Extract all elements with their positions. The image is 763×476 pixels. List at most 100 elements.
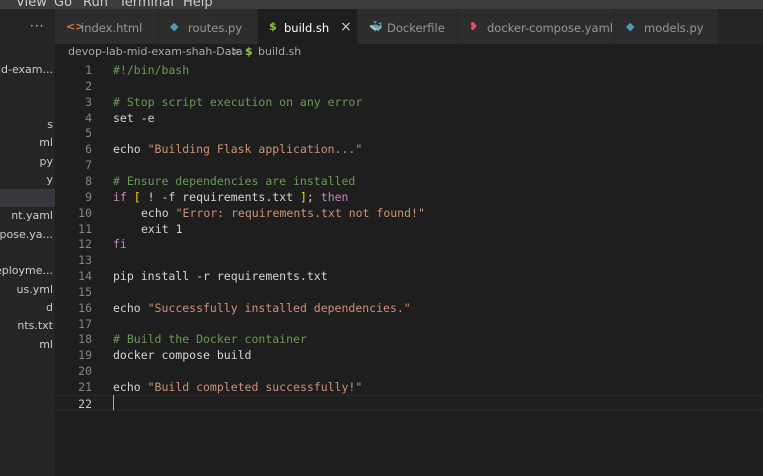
explorer-file-row[interactable]: nts.txt — [0, 317, 55, 335]
tab-docker-compose[interactable]: ❥ docker-compose.yaml — [458, 9, 615, 44]
code-line[interactable]: 16 echo "Successfully installed dependenc… — [55, 300, 763, 316]
explorer-file-label: eployme... — [0, 264, 53, 278]
explorer-file-row[interactable]: nt.yaml — [0, 207, 55, 225]
code-token: then — [320, 189, 349, 204]
code-text: fi — [113, 236, 127, 252]
explorer-file-row[interactable]: mpose.ya... — [0, 226, 55, 244]
explorer-file-label: d — [46, 300, 53, 314]
code-line[interactable]: 5 — [55, 125, 763, 141]
tab-routes-py[interactable]: ◆ routes.py — [159, 9, 258, 44]
explorer-file-row[interactable] — [0, 244, 55, 262]
code-line[interactable]: 2 — [55, 78, 763, 94]
code-text: echo "Build completed successfully!" — [113, 379, 362, 395]
breadcrumb-file[interactable]: build.sh — [258, 45, 301, 58]
tab-label: docker-compose.yaml — [487, 21, 613, 35]
code-line[interactable]: 10 echo "Error: requirements.txt not foun… — [55, 205, 763, 221]
menu-item-help[interactable]: Help — [183, 0, 213, 9]
code-line[interactable]: 22 — [55, 394, 763, 411]
explorer-file-list: s ml py y nt.yaml mpose.ya... eployme... us.yml… — [0, 116, 55, 354]
docker-file-icon: 🐳 — [369, 20, 383, 33]
code-line[interactable]: 4 set -e — [55, 110, 763, 126]
code-line[interactable]: 6 echo "Building Flask application..." — [55, 141, 763, 157]
menu-item-go[interactable]: Go — [54, 0, 72, 9]
code-line[interactable]: 8 # Ensure dependencies are installed — [55, 173, 763, 189]
explorer-file-row[interactable]: ml — [0, 336, 55, 354]
explorer-file-label: us.yml — [16, 282, 53, 296]
line-number: 21 — [78, 380, 92, 394]
code-editor[interactable]: 1 #!/bin/bash 2 3 # Stop script execution on… — [55, 60, 763, 476]
shell-file-icon: $ — [269, 20, 277, 33]
menu-bar: l View Go Run Terminal Help — [0, 0, 763, 9]
tab-index-html[interactable]: <> index.html — [55, 9, 159, 44]
tab-label: Dockerfile — [387, 21, 445, 35]
breadcrumb-folder[interactable]: devop-lab-mid-exam-shah-Data — [68, 45, 243, 58]
code-line[interactable]: 20 — [55, 363, 763, 379]
chevron-right-icon: > — [231, 45, 241, 58]
code-line[interactable]: 17 — [55, 316, 763, 332]
code-line[interactable]: 13 — [55, 252, 763, 268]
code-line[interactable]: 19 docker compose build — [55, 347, 763, 363]
code-line[interactable]: 11 exit 1 — [55, 221, 763, 237]
menu-item-view[interactable]: View — [16, 0, 47, 9]
explorer-file-row[interactable]: s — [0, 116, 55, 134]
code-token: #!/bin/bash — [113, 63, 190, 77]
code-token: pip install -r requirements.txt — [113, 269, 328, 284]
line-number: 9 — [85, 189, 92, 204]
explorer-file-label: mpose.ya... — [0, 227, 53, 241]
explorer-file-row[interactable]: us.yml — [0, 281, 55, 299]
folder-label: mid-exam... — [0, 63, 53, 76]
editor-tab-bar: <> index.html ◆ routes.py $ build.sh × 🐳 Dockerf… — [55, 9, 763, 44]
explorer-file-label: y — [46, 172, 53, 186]
code-line[interactable]: 3 # Stop script execution on any error — [55, 94, 763, 110]
code-line[interactable]: 9 if [ ! -f requirements.txt ]; then — [55, 189, 763, 205]
line-number: 20 — [78, 364, 92, 379]
code-token: # Ensure dependencies are installed — [113, 173, 356, 188]
line-number: 5 — [85, 126, 92, 141]
tab-dockerfile[interactable]: 🐳 Dockerfile — [358, 9, 458, 44]
code-token: docker compose build — [113, 348, 252, 363]
code-line[interactable]: 18 # Build the Docker container — [55, 331, 763, 347]
explorer-sidebar: ··· mid-exam... s ml py y nt.yaml mpose.ya...… — [0, 9, 55, 476]
docker-compose-file-icon: ❥ — [469, 20, 479, 33]
explorer-file-row[interactable]: d — [0, 299, 55, 317]
code-text: # Build the Docker container — [113, 331, 307, 347]
code-line[interactable]: 21 echo "Build completed successfully!" — [55, 379, 763, 395]
code-token: echo — [113, 380, 148, 394]
code-line[interactable]: 7 — [55, 157, 763, 173]
code-text: echo "Successfully installed dependencie… — [113, 300, 411, 316]
line-number: 17 — [78, 316, 92, 331]
explorer-file-row[interactable]: ml — [0, 134, 55, 152]
code-line[interactable]: 15 — [55, 284, 763, 300]
explorer-file-label: ml — [39, 337, 53, 351]
tab-build-sh[interactable]: $ build.sh × — [258, 9, 358, 44]
code-token: echo — [113, 142, 148, 157]
breadcrumb: devop-lab-mid-exam-shah-Data > $ build.s… — [55, 44, 763, 60]
code-line[interactable]: 14 pip install -r requirements.txt — [55, 268, 763, 284]
code-token: # Stop script execution on any error — [113, 94, 363, 109]
code-line[interactable]: 12 fi — [55, 236, 763, 252]
shell-file-icon: $ — [245, 45, 253, 58]
text-cursor — [113, 395, 114, 410]
menu-item-run[interactable]: Run — [83, 0, 108, 9]
code-token: echo — [141, 205, 176, 220]
explorer-file-label: nts.txt — [17, 319, 53, 333]
explorer-file-row[interactable]: eployme... — [0, 262, 55, 280]
code-text: #!/bin/bash — [113, 62, 189, 78]
line-number: 1 — [85, 63, 92, 77]
tab-label: index.html — [81, 21, 143, 35]
explorer-file-row[interactable]: py — [0, 153, 55, 171]
code-text: echo "Building Flask application..." — [113, 141, 362, 157]
line-number: 10 — [78, 205, 92, 220]
code-line[interactable]: 1 #!/bin/bash — [55, 62, 763, 78]
more-actions-icon[interactable]: ··· — [30, 19, 44, 33]
explorer-folder-header[interactable]: mid-exam... — [0, 61, 55, 79]
line-number: 7 — [85, 158, 92, 173]
explorer-file-row[interactable] — [0, 189, 55, 208]
tab-models-py[interactable]: ◆ models.py — [615, 9, 718, 44]
close-icon[interactable]: × — [340, 19, 352, 35]
menu-item-selection[interactable]: l — [0, 0, 1, 9]
menu-item-terminal[interactable]: Terminal — [119, 0, 174, 9]
explorer-file-row[interactable]: y — [0, 171, 55, 189]
code-text: exit 1 — [113, 221, 183, 237]
code-text: docker compose build — [113, 347, 251, 363]
